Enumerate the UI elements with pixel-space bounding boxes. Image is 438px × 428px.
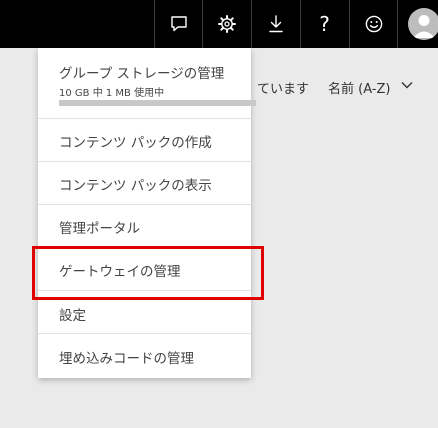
smiley-icon (365, 15, 382, 33)
menu-item-settings[interactable]: 設定 (38, 291, 251, 334)
avatar-icon (413, 15, 435, 38)
menu-item-label: 設定 (59, 308, 86, 324)
settings-dropdown-menu: グループ ストレージの管理 10 GB 中 1 MB 使用中 コンテンツ パック… (38, 48, 256, 378)
settings-button[interactable] (202, 0, 250, 48)
download-icon (268, 15, 283, 33)
menu-item-admin-portal[interactable]: 管理ポータル (38, 205, 251, 248)
gear-icon (217, 15, 236, 33)
status-text: ています (257, 82, 310, 97)
comment-icon (170, 16, 187, 32)
menu-item-manage-group-storage[interactable]: グループ ストレージの管理 10 GB 中 1 MB 使用中 (38, 48, 256, 119)
menu-item-label: コンテンツ パックの表示 (59, 178, 212, 194)
download-button[interactable] (251, 0, 299, 48)
menu-item-label: コンテンツ パックの作成 (59, 135, 212, 151)
menu-item-label: グループ ストレージの管理 (59, 66, 225, 82)
menu-item-create-content-pack[interactable]: コンテンツ パックの作成 (38, 119, 251, 162)
menu-item-label: 埋め込みコードの管理 (59, 351, 194, 367)
menu-item-view-content-pack[interactable]: コンテンツ パックの表示 (38, 162, 251, 205)
menu-item-label: ゲートウェイの管理 (59, 264, 181, 280)
help-icon: ? (319, 12, 330, 36)
storage-usage-text: 10 GB 中 1 MB 使用中 (59, 88, 165, 99)
feedback-button[interactable] (154, 0, 202, 48)
sort-dropdown[interactable]: 名前 (A-Z) (328, 78, 390, 97)
menu-item-manage-embed-codes[interactable]: 埋め込みコードの管理 (38, 334, 251, 378)
storage-usage-bar (59, 100, 256, 106)
smiley-feedback-button[interactable] (349, 0, 397, 48)
top-bar: ? (0, 0, 438, 48)
avatar[interactable] (408, 8, 438, 40)
chevron-down-icon[interactable] (401, 81, 413, 89)
help-button[interactable]: ? (300, 0, 348, 48)
menu-item-manage-gateways[interactable]: ゲートウェイの管理 (38, 248, 251, 291)
menu-item-label: 管理ポータル (59, 221, 140, 237)
